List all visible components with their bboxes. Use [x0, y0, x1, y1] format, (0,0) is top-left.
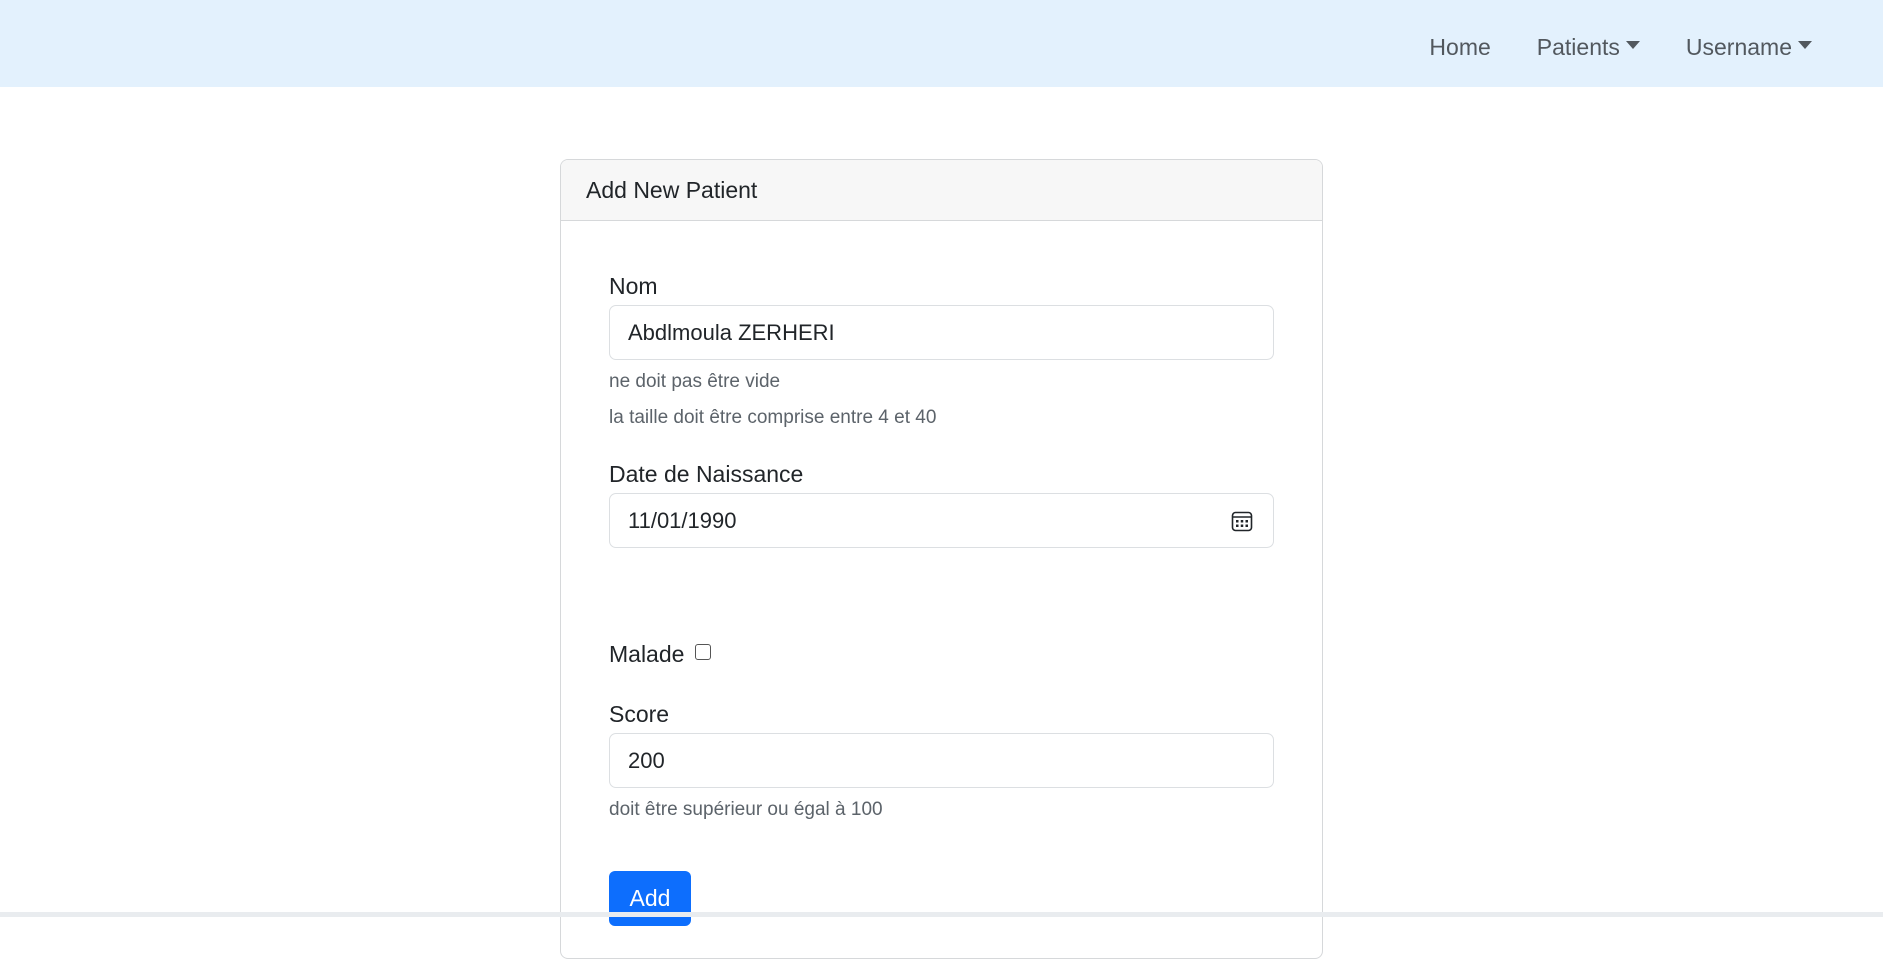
- top-navbar: Home Patients Username: [0, 0, 1883, 87]
- window-bottom-border: [0, 912, 1883, 917]
- score-input-value: 200: [628, 747, 665, 773]
- nav-home-link[interactable]: Home: [1406, 34, 1513, 61]
- nom-label: Nom: [609, 273, 658, 299]
- score-error-min: doit être supérieur ou égal à 100: [609, 799, 883, 820]
- calendar-icon[interactable]: [1231, 510, 1253, 532]
- nav-username-dropdown[interactable]: Username: [1663, 34, 1835, 61]
- malade-label: Malade: [609, 641, 685, 667]
- add-button-label: Add: [629, 885, 671, 911]
- date-label: Date de Naissance: [609, 461, 804, 487]
- caret-down-icon: [1625, 41, 1640, 49]
- date-input[interactable]: 11/01/1990: [609, 493, 1274, 548]
- nom-input[interactable]: Abdlmoula ZERHERI: [609, 305, 1274, 360]
- nom-error-size: la taille doit être comprise entre 4 et …: [609, 407, 937, 428]
- nav-patients-dropdown[interactable]: Patients: [1514, 34, 1663, 61]
- score-label: Score: [609, 701, 670, 727]
- score-input[interactable]: 200: [609, 733, 1274, 788]
- nom-error-empty: ne doit pas être vide: [609, 371, 781, 392]
- nav-patients-label: Patients: [1536, 33, 1620, 60]
- date-input-value: 11/01/1990: [628, 507, 737, 533]
- card-title: Add New Patient: [586, 176, 758, 203]
- malade-checkbox[interactable]: [695, 644, 711, 660]
- caret-down-icon: [1798, 41, 1812, 49]
- nom-input-value: Abdlmoula ZERHERI: [628, 319, 835, 345]
- add-patient-card: Add New Patient Nom Abdlmoula ZERHERI ne…: [560, 159, 1323, 959]
- nav-menu: Home Patients Username: [1406, 0, 1835, 94]
- nav-username-label: Username: [1685, 33, 1792, 60]
- add-button[interactable]: Add: [609, 871, 691, 926]
- nav-home-label: Home: [1429, 33, 1491, 60]
- card-header: Add New Patient: [561, 160, 1322, 221]
